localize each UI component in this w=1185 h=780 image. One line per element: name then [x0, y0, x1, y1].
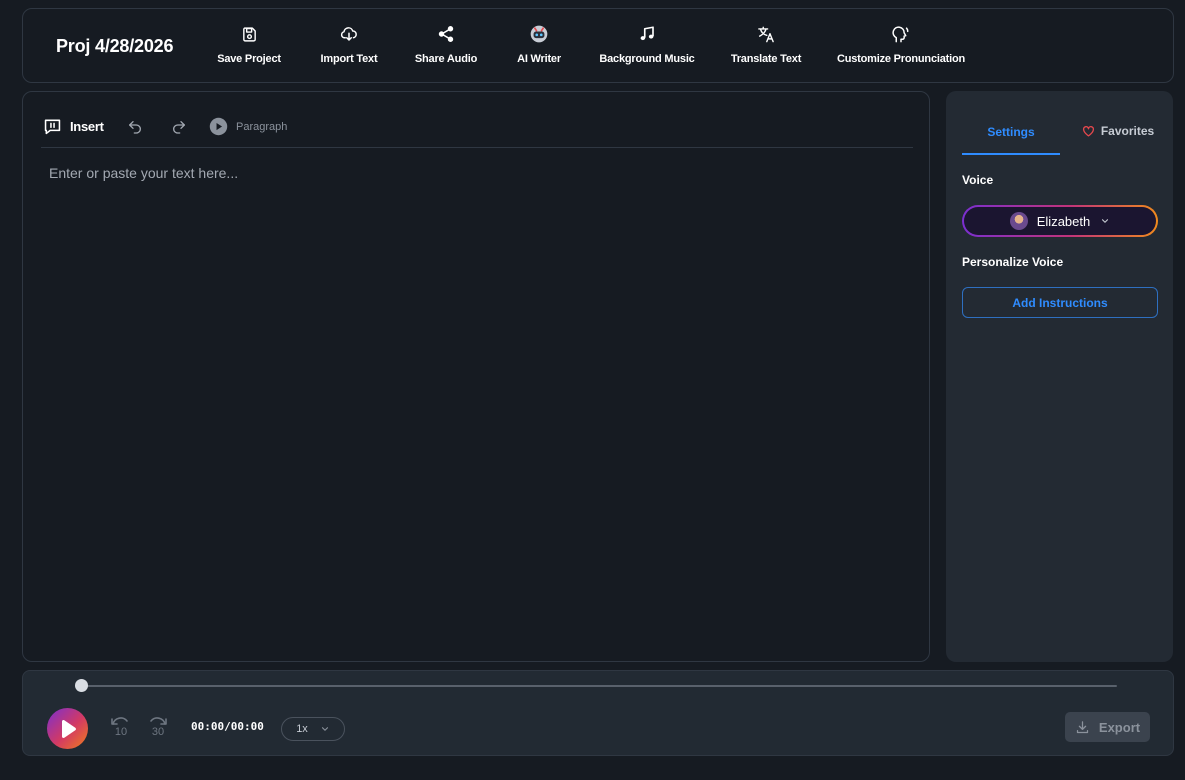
share-audio-button[interactable]: Share Audio [415, 23, 477, 73]
audio-player: 10 30 00:00/00:00 1x Export [22, 670, 1174, 756]
seek-track[interactable] [81, 685, 1117, 687]
svg-text:10: 10 [115, 726, 127, 738]
ai-writer-button[interactable]: AI Writer [515, 23, 563, 73]
tab-favorites-label: Favorites [1100, 124, 1155, 138]
personalize-voice-label: Personalize Voice [962, 255, 1064, 269]
tab-settings[interactable]: Settings [962, 119, 1060, 155]
voice-select[interactable]: Elizabeth [962, 205, 1158, 237]
customize-pronunciation-button[interactable]: Customize Pronunciation [836, 23, 966, 73]
paragraph-label: Paragraph [236, 120, 288, 133]
seek-thumb[interactable] [74, 679, 88, 692]
selected-voice: Elizabeth [1036, 213, 1091, 229]
play-circle-icon [209, 117, 228, 136]
ai-writer-label: AI Writer [517, 53, 561, 65]
tab-favorites[interactable]: Favorites [1066, 119, 1170, 155]
translate-text-label: Translate Text [730, 53, 802, 65]
time-readout: 00:00/00:00 [191, 720, 264, 733]
heart-icon [1082, 125, 1095, 137]
share-audio-label: Share Audio [414, 53, 478, 65]
voice-select-inner: Elizabeth [964, 207, 1156, 235]
insert-button[interactable]: Insert [43, 118, 104, 135]
rewind-10-icon: 10 [111, 717, 128, 738]
background-music-button[interactable]: Background Music [599, 23, 695, 73]
music-note-icon [638, 23, 656, 45]
download-icon [1075, 720, 1090, 735]
insert-pause-icon [43, 118, 62, 135]
import-text-label: Import Text [320, 53, 378, 65]
robot-icon [529, 23, 549, 45]
skip-forward-button[interactable]: 30 [147, 715, 169, 739]
speaking-head-icon [891, 23, 911, 45]
forward-30-icon: 30 [150, 717, 167, 738]
import-text-button[interactable]: Import Text [319, 23, 379, 73]
speed-select[interactable]: 1x [281, 717, 345, 741]
cloud-download-icon [340, 23, 358, 45]
translate-text-button[interactable]: Translate Text [729, 23, 803, 73]
save-project-button[interactable]: Save Project [217, 23, 281, 73]
text-input[interactable] [49, 165, 909, 645]
play-paragraph-button[interactable]: Paragraph [209, 117, 287, 136]
speed-value: 1x [296, 723, 308, 735]
add-instructions-button[interactable]: Add Instructions [962, 287, 1158, 318]
undo-icon [127, 119, 143, 135]
undo-button[interactable] [127, 119, 143, 135]
insert-label: Insert [70, 119, 104, 134]
play-icon [59, 719, 77, 739]
redo-icon [171, 119, 187, 135]
svg-text:30: 30 [152, 726, 164, 738]
text-editor-panel: Insert Paragraph [22, 91, 930, 662]
project-title[interactable]: Proj 4/28/2026 [56, 36, 173, 57]
translate-icon [756, 23, 776, 45]
top-toolbar: Proj 4/28/2026 Save Project Import Text [22, 8, 1174, 83]
editor-toolbar: Insert Paragraph [41, 108, 913, 148]
customize-pronunciation-label: Customize Pronunciation [836, 53, 966, 65]
export-label: Export [1098, 719, 1141, 735]
voice-label: Voice [962, 173, 994, 187]
voice-avatar [1009, 212, 1028, 230]
play-button[interactable] [47, 708, 88, 749]
redo-button[interactable] [171, 119, 187, 135]
chevron-down-icon [320, 724, 330, 734]
background-music-label: Background Music [599, 53, 695, 65]
settings-panel: Settings Favorites Voice Elizabeth Perso… [946, 91, 1173, 662]
share-icon [437, 23, 455, 45]
save-project-label: Save Project [217, 53, 281, 65]
export-button[interactable]: Export [1065, 712, 1150, 742]
save-icon [241, 23, 258, 45]
skip-back-button[interactable]: 10 [109, 715, 131, 739]
chevron-down-icon [1100, 216, 1110, 226]
